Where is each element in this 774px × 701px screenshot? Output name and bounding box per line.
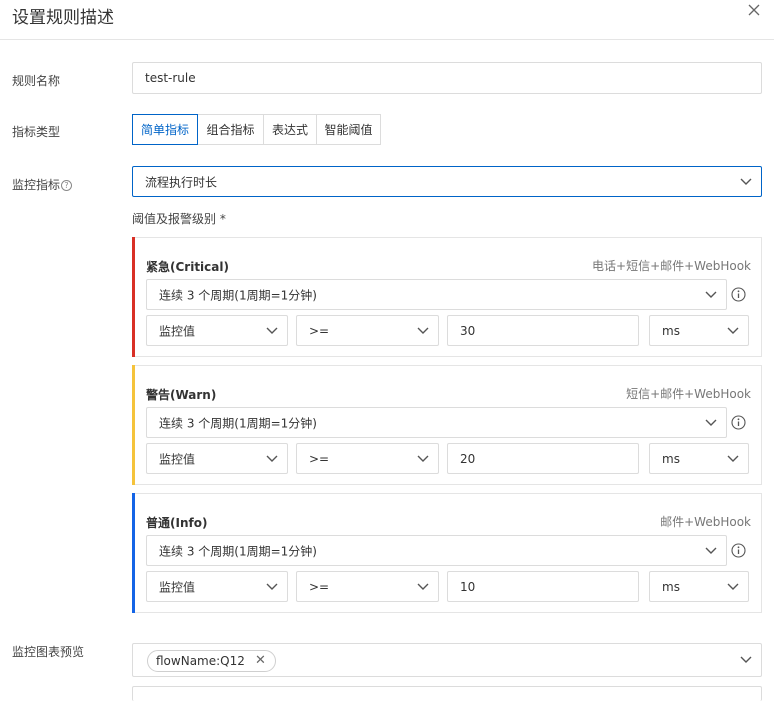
info-icon[interactable] [731,415,746,430]
chevron-down-icon [740,656,752,663]
period-select[interactable]: 连续 3 个周期(1周期=1分钟) [146,279,727,310]
unit-select[interactable]: ms [649,315,749,346]
chevron-down-icon [705,419,717,426]
chevron-down-icon [417,455,429,462]
metric-label: 监控指标 [12,178,61,192]
chevron-down-icon [727,455,739,462]
metric-label-wrap: 监控指标? [12,176,73,193]
threshold-value-input[interactable]: 20 [447,443,639,474]
threshold-value: 20 [460,451,476,466]
chevron-down-icon [266,583,278,590]
chevron-down-icon [417,583,429,590]
tab-simple-metric[interactable]: 简单指标 [132,114,198,145]
filter-tag: flowName:Q12 ✕ [147,650,276,672]
level-color-bar [132,365,135,485]
chart-preview-area [132,686,762,701]
threshold-label: 阈值及报警级别 * [132,212,226,226]
operator-value: >= [309,451,330,466]
chart-preview-select[interactable]: flowName:Q12 ✕ [132,643,762,677]
operator-select[interactable]: >= [296,571,439,602]
metric-select-value: 流程执行时长 [145,175,218,189]
level-channels: 邮件+WebHook [660,515,751,529]
operator-select[interactable]: >= [296,443,439,474]
operator-value: >= [309,323,330,338]
chevron-down-icon [417,327,429,334]
operator-value: >= [309,579,330,594]
level-color-bar [132,237,135,357]
chevron-down-icon [705,291,717,298]
operator-select[interactable]: >= [296,315,439,346]
level-color-bar [132,493,135,613]
chevron-down-icon [266,327,278,334]
level-panel-critical: 紧急(Critical) 电话+短信+邮件+WebHook 连续 3 个周期(1… [132,237,762,357]
period-value: 连续 3 个周期(1周期=1分钟) [159,544,317,558]
tag-close-icon[interactable]: ✕ [255,651,266,671]
stat-value: 监控值 [159,580,196,594]
chevron-down-icon [740,178,752,185]
stat-select[interactable]: 监控值 [146,571,288,602]
level-channels: 电话+短信+邮件+WebHook [592,259,751,273]
rule-name-label: 规则名称 [12,74,61,88]
unit-value: ms [662,579,680,594]
unit-value: ms [662,451,680,466]
period-select[interactable]: 连续 3 个周期(1周期=1分钟) [146,535,727,566]
threshold-value: 10 [460,579,476,594]
unit-select[interactable]: ms [649,443,749,474]
chart-preview-label: 监控图表预览 [12,645,85,659]
dialog-title: 设置规则描述 [12,8,114,28]
threshold-value-input[interactable]: 30 [447,315,639,346]
rule-name-input[interactable]: test-rule [132,62,762,94]
level-panel-warn: 警告(Warn) 短信+邮件+WebHook 连续 3 个周期(1周期=1分钟)… [132,365,762,485]
period-value: 连续 3 个周期(1周期=1分钟) [159,288,317,302]
stat-select[interactable]: 监控值 [146,315,288,346]
level-name: 警告(Warn) [146,388,217,402]
chevron-down-icon [727,583,739,590]
question-icon[interactable]: ? [61,180,73,191]
unit-select[interactable]: ms [649,571,749,602]
rule-name-value: test-rule [145,71,196,85]
tab-expression[interactable]: 表达式 [263,114,317,145]
stat-select[interactable]: 监控值 [146,443,288,474]
chevron-down-icon [266,455,278,462]
stat-value: 监控值 [159,324,196,338]
chevron-down-icon [705,547,717,554]
period-select[interactable]: 连续 3 个周期(1周期=1分钟) [146,407,727,438]
metric-select[interactable]: 流程执行时长 [132,166,762,197]
threshold-value: 30 [460,323,476,338]
unit-value: ms [662,323,680,338]
tab-composite-metric[interactable]: 组合指标 [197,114,264,145]
info-icon[interactable] [731,543,746,558]
level-panel-info: 普通(Info) 邮件+WebHook 连续 3 个周期(1周期=1分钟) 监控… [132,493,762,613]
chevron-down-icon [727,327,739,334]
dialog-header: 设置规则描述 [0,0,774,40]
threshold-value-input[interactable]: 10 [447,571,639,602]
level-channels: 短信+邮件+WebHook [626,387,751,401]
close-icon[interactable] [746,2,762,18]
filter-tag-label: flowName:Q12 [156,654,245,668]
stat-value: 监控值 [159,452,196,466]
period-value: 连续 3 个周期(1周期=1分钟) [159,416,317,430]
info-icon[interactable] [731,287,746,302]
level-name: 普通(Info) [146,516,208,530]
metric-type-label: 指标类型 [12,125,61,139]
level-name: 紧急(Critical) [146,260,229,274]
tab-smart-threshold[interactable]: 智能阈值 [316,114,381,145]
